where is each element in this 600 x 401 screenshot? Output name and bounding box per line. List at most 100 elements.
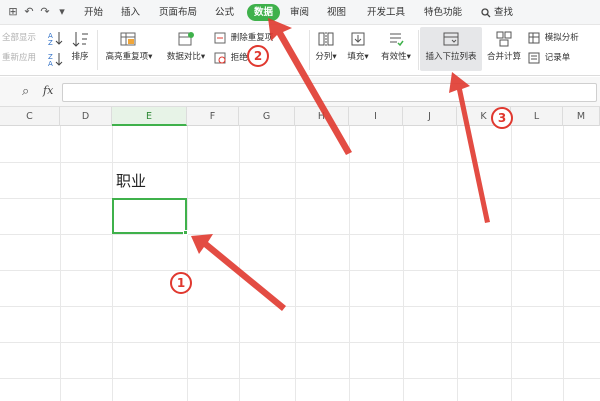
step-badge-1: 1 <box>170 272 192 294</box>
grid-col-line <box>563 126 564 401</box>
simulate-analysis-button[interactable]: 模拟分析 <box>528 31 579 45</box>
split-column-label: 分列▾ <box>315 52 337 62</box>
highlight-duplicates-icon <box>120 32 136 46</box>
undo-icon[interactable]: ↶ <box>22 5 36 19</box>
column-header-l[interactable]: L <box>511 107 563 126</box>
svg-text:Z: Z <box>48 39 53 46</box>
search-label: 查找 <box>494 7 514 18</box>
menu-bar: ⊞ ↶ ↷ ▾ 开始 插入 页面布局 公式 数据 审阅 视图 开发工具 特色功能… <box>0 0 600 25</box>
fx-icon[interactable]: fx <box>43 84 53 97</box>
cell-e-label[interactable]: 职业 <box>116 170 146 191</box>
step-badge-3: 3 <box>491 107 513 129</box>
column-header-m[interactable]: M <box>563 107 600 126</box>
insert-dropdown-inner: 插入下拉列表 <box>420 30 482 62</box>
grid-row-line <box>0 342 600 343</box>
column-header-f[interactable]: F <box>187 107 239 126</box>
insert-dropdown-button[interactable]: 插入下拉列表 <box>420 27 482 71</box>
tab-data[interactable]: 数据 <box>247 4 281 21</box>
reject-duplicates-label: 拒绝 <box>230 53 248 63</box>
ribbon-divider <box>97 30 98 70</box>
consolidate-button[interactable]: 合并计算 <box>485 30 523 62</box>
record-form-icon <box>528 52 540 63</box>
grid-col-line <box>60 126 61 401</box>
grid-col-line <box>457 126 458 401</box>
simulate-analysis-label: 模拟分析 <box>544 33 579 43</box>
column-header-j[interactable]: J <box>403 107 457 126</box>
search-button[interactable]: 查找 <box>481 4 513 21</box>
fill-button[interactable]: 填充▾ <box>344 30 372 62</box>
validity-label: 有效性▾ <box>381 52 411 62</box>
reapply-button[interactable]: 重新应用 <box>2 51 36 65</box>
record-form-label: 记录单 <box>544 53 571 63</box>
grid-col-line <box>187 126 188 401</box>
step-badge-2: 2 <box>247 45 269 67</box>
grid-row-line <box>0 270 600 271</box>
grid-col-line <box>403 126 404 401</box>
column-header-g[interactable]: G <box>239 107 295 126</box>
highlight-duplicates-button[interactable]: 高亮重复项▾ <box>101 30 157 62</box>
save-icon[interactable]: ⊞ <box>6 5 20 19</box>
consolidate-icon <box>496 31 512 47</box>
grid-row-line <box>0 234 600 235</box>
tab-formula[interactable]: 公式 <box>215 4 234 21</box>
column-header-c[interactable]: C <box>0 107 60 126</box>
validity-icon <box>390 33 404 47</box>
ribbon-divider <box>418 30 419 70</box>
tab-view[interactable]: 视图 <box>327 4 346 21</box>
grid-col-line <box>295 126 296 401</box>
grid-col-line <box>112 126 113 401</box>
svg-text:A: A <box>48 60 53 67</box>
data-compare-label: 数据对比▾ <box>166 52 206 62</box>
column-header-d[interactable]: D <box>60 107 112 126</box>
sort-icon <box>72 32 88 47</box>
sort-label: 排序 <box>71 52 89 62</box>
search-icon <box>481 7 491 17</box>
insert-dropdown-label: 插入下拉列表 <box>425 52 477 62</box>
record-form-button[interactable]: 记录单 <box>528 51 570 65</box>
split-column-button[interactable]: 分列▾ <box>312 30 340 62</box>
formula-bar: ⌕ fx <box>0 77 600 107</box>
grid-row-line <box>0 162 600 163</box>
grid-col-line <box>349 126 350 401</box>
consolidate-label: 合并计算 <box>486 52 521 62</box>
simulate-analysis-icon <box>528 32 540 43</box>
tab-insert[interactable]: 插入 <box>121 4 140 21</box>
sort-asc-icon[interactable]: AZ <box>48 30 64 50</box>
remove-duplicates-label: 删除重复项 <box>230 33 274 43</box>
fill-label: 填充▾ <box>347 52 369 62</box>
validity-button[interactable]: 有效性▾ <box>376 30 416 62</box>
reject-duplicates-icon <box>214 52 226 63</box>
redo-icon[interactable]: ↷ <box>38 5 52 19</box>
sort-desc-icon[interactable]: ZA <box>48 51 64 71</box>
grid-row-line <box>0 306 600 307</box>
sort-button[interactable]: 排序 <box>68 30 92 62</box>
tab-special[interactable]: 特色功能 <box>424 4 462 21</box>
remove-duplicates-icon <box>214 32 226 43</box>
grid-row-line <box>0 198 600 199</box>
column-header-i[interactable]: I <box>349 107 403 126</box>
fill-down-icon <box>351 32 365 46</box>
zoom-icon[interactable]: ⌕ <box>22 84 29 99</box>
selected-cell[interactable] <box>112 198 187 234</box>
spreadsheet-grid[interactable] <box>0 126 600 401</box>
data-compare-icon <box>178 32 194 46</box>
grid-col-line <box>511 126 512 401</box>
fill-handle[interactable] <box>183 230 188 235</box>
chevron-down-icon[interactable]: ▾ <box>55 5 69 19</box>
tab-developer[interactable]: 开发工具 <box>367 4 405 21</box>
tab-page-layout[interactable]: 页面布局 <box>159 4 197 21</box>
column-header-h[interactable]: H <box>295 107 349 126</box>
show-all-button[interactable]: 全部显示 <box>2 31 36 45</box>
tab-review[interactable]: 审阅 <box>290 4 309 21</box>
remove-duplicates-button[interactable]: 删除重复项 <box>214 31 273 45</box>
tab-home[interactable]: 开始 <box>84 4 103 21</box>
column-header-e[interactable]: E <box>112 107 187 126</box>
split-column-icon <box>318 32 334 46</box>
highlight-duplicates-label: 高亮重复项▾ <box>105 52 153 62</box>
reject-duplicates-button[interactable]: 拒绝 <box>214 51 248 65</box>
formula-input[interactable] <box>62 83 597 102</box>
grid-col-line <box>239 126 240 401</box>
ribbon-divider <box>309 30 310 70</box>
data-compare-button[interactable]: 数据对比▾ <box>160 30 212 62</box>
grid-row-line <box>0 378 600 379</box>
